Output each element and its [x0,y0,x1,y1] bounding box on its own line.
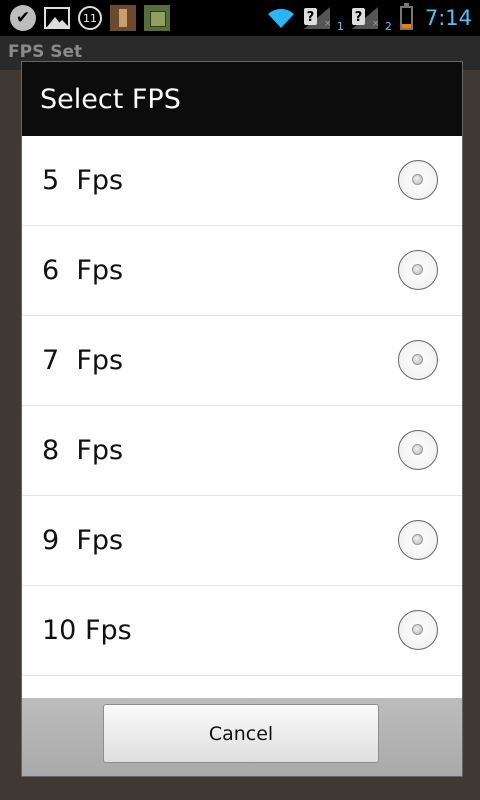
dialog-title: Select FPS [40,84,181,115]
background-app-title: FPS Set [8,42,83,62]
fps-option-7[interactable]: 7 Fps [22,316,462,406]
clock: 7:14 [424,6,472,30]
signal-icon: ? × 2 [350,5,392,33]
fps-option-list[interactable]: 5 Fps 6 Fps 7 Fps 8 Fps 9 Fps 10 Fps [22,136,462,698]
fps-option-10[interactable]: 10 Fps [22,586,462,676]
app-icon [110,5,136,31]
app-icon [144,5,170,31]
signal-icon: ? × 1 [302,5,344,33]
fps-option-9[interactable]: 9 Fps [22,496,462,586]
option-label: 10 Fps [42,615,132,646]
select-fps-dialog: Select FPS 5 Fps 6 Fps 7 Fps 8 Fps 9 Fps… [22,62,462,776]
option-label: 5 Fps [42,165,124,196]
svg-text:?: ? [307,10,315,25]
radio-button[interactable] [398,340,438,380]
system-icons: ? × 1 ? × 2 7:14 [266,3,472,33]
radio-button[interactable] [398,520,438,560]
notification-icons: ✔ 11 [10,4,170,32]
radio-button[interactable] [398,160,438,200]
check-icon: ✔ [10,5,36,31]
option-label: 7 Fps [42,345,124,376]
fps-option-5[interactable]: 5 Fps [22,136,462,226]
svg-text:?: ? [355,10,363,25]
image-icon [44,7,70,29]
cancel-button[interactable]: Cancel [103,704,379,763]
notification-count-icon: 11 [78,6,102,30]
option-label: 8 Fps [42,435,124,466]
fps-option-partial[interactable] [22,676,462,698]
wifi-icon [267,8,294,28]
battery-icon [399,3,413,30]
radio-button[interactable] [398,250,438,290]
option-label: 6 Fps [42,255,124,286]
fps-option-6[interactable]: 6 Fps [22,226,462,316]
fps-option-8[interactable]: 8 Fps [22,406,462,496]
status-bar: ✔ 11 ? × 1 ? × 2 7:14 [0,0,480,36]
radio-button[interactable] [398,610,438,650]
option-label: 9 Fps [42,525,124,556]
dialog-header: Select FPS [22,62,462,136]
dialog-footer: Cancel [22,698,462,776]
radio-button[interactable] [398,430,438,470]
